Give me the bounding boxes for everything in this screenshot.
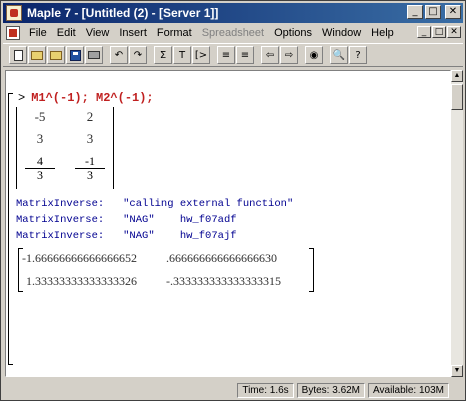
document-window-controls: _ □ ✕ — [417, 26, 461, 38]
input-command[interactable]: M1^(-1); M2^(-1); — [31, 91, 153, 105]
close-button[interactable]: ✕ — [445, 5, 461, 19]
maple-window: Maple 7 - [Untitled (2) - [Server 1]] _ … — [0, 0, 466, 401]
matrix-cell: 1.33333333333333326 — [26, 274, 137, 288]
menu-help[interactable]: Help — [366, 27, 399, 39]
doc-close-button[interactable]: ✕ — [447, 26, 461, 38]
fraction-numerator: 4 — [25, 155, 55, 169]
doc-minimize-button[interactable]: _ — [417, 26, 431, 38]
matrix-fraction: -1 3 — [75, 155, 105, 182]
forward-icon[interactable]: ⇨ — [280, 46, 298, 64]
info-text: "NAG" hw_f07adf — [123, 214, 237, 226]
menu-format[interactable]: Format — [152, 27, 197, 39]
menu-spreadsheet[interactable]: Spreadsheet — [197, 27, 269, 39]
menu-options[interactable]: Options — [269, 27, 317, 39]
back-icon[interactable]: ⇦ — [261, 46, 279, 64]
fraction-denominator: 3 — [87, 168, 93, 182]
matrix-cell: 2 — [86, 109, 94, 124]
info-label: MatrixInverse: — [16, 198, 105, 210]
info-text: "calling external function" — [123, 198, 294, 210]
input-line[interactable]: > M1^(-1); M2^(-1); — [18, 91, 154, 105]
prompt-icon[interactable]: [> — [192, 46, 210, 64]
info-message: MatrixInverse: "NAG" hw_f07ajf — [16, 230, 237, 242]
info-label: MatrixInverse: — [16, 214, 105, 226]
command-prompt: > — [18, 91, 26, 105]
info-message: MatrixInverse: "calling external functio… — [16, 198, 293, 210]
output-matrix-inverse-m2: -1.66666666666666652 .666666666666666630… — [18, 248, 314, 292]
indent-icon[interactable]: ≡ — [217, 46, 235, 64]
document-icon[interactable] — [6, 26, 20, 40]
matrix-cell: .666666666666666630 — [166, 251, 277, 265]
title-bar[interactable]: Maple 7 - [Untitled (2) - [Server 1]] _ … — [3, 3, 463, 23]
menu-edit[interactable]: Edit — [52, 27, 81, 39]
new-icon[interactable] — [9, 46, 27, 64]
matrix-cell: -5 — [34, 109, 46, 124]
open-url-icon[interactable] — [47, 46, 65, 64]
status-available: Available: 103M — [368, 382, 449, 398]
info-label: MatrixInverse: — [16, 230, 105, 242]
menu-view[interactable]: View — [81, 27, 115, 39]
execution-group-bracket[interactable] — [8, 93, 13, 365]
menu-bar: File Edit View Insert Format Spreadsheet… — [3, 24, 463, 42]
undo-icon[interactable]: ↶ — [110, 46, 128, 64]
worksheet[interactable]: > M1^(-1); M2^(-1); -5 2 3 3 4 3 -1 3 Mat… — [5, 70, 451, 377]
text-icon[interactable]: T — [173, 46, 191, 64]
menu-insert[interactable]: Insert — [114, 27, 152, 39]
status-bar: Time: 1.6s Bytes: 3.62M Available: 103M — [3, 381, 463, 399]
toolbar: ↶ ↷ Σ T [> ≡ ≡ ⇦ ⇨ ◉ 🔍 ? — [3, 43, 463, 67]
minimize-button[interactable]: _ — [407, 5, 423, 19]
print-icon[interactable] — [85, 46, 103, 64]
info-message: MatrixInverse: "NAG" hw_f07adf — [16, 214, 237, 226]
open-icon[interactable] — [28, 46, 46, 64]
maximize-button[interactable]: □ — [425, 5, 441, 19]
vertical-scrollbar[interactable]: ▲ ▼ — [451, 70, 463, 377]
window-title: Maple 7 - [Untitled (2) - [Server 1]] — [27, 6, 219, 20]
scroll-thumb[interactable] — [451, 84, 463, 110]
matrix-cell: 3 — [86, 131, 94, 146]
doc-maximize-button[interactable]: □ — [432, 26, 446, 38]
scroll-up-icon[interactable]: ▲ — [451, 70, 463, 82]
fraction-denominator: 3 — [37, 168, 43, 182]
stop-icon[interactable]: ◉ — [305, 46, 323, 64]
help-icon[interactable]: ? — [349, 46, 367, 64]
matrix-cell: -1.66666666666666652 — [22, 251, 137, 265]
menu-window[interactable]: Window — [317, 27, 366, 39]
save-icon[interactable] — [66, 46, 84, 64]
fraction-numerator: -1 — [75, 155, 105, 169]
matrix-fraction: 4 3 — [25, 155, 55, 182]
status-time: Time: 1.6s — [237, 382, 294, 398]
redo-icon[interactable]: ↷ — [129, 46, 147, 64]
outdent-icon[interactable]: ≡ — [236, 46, 254, 64]
zoom-icon[interactable]: 🔍 — [330, 46, 348, 64]
status-bytes: Bytes: 3.62M — [296, 382, 366, 398]
sigma-icon[interactable]: Σ — [154, 46, 172, 64]
output-matrix-inverse-m1: -5 2 3 3 4 3 -1 3 — [16, 107, 114, 189]
matrix-cell: -.333333333333333315 — [166, 274, 281, 288]
info-text: "NAG" hw_f07ajf — [123, 230, 237, 242]
window-controls: _ □ ✕ — [407, 5, 461, 19]
scroll-down-icon[interactable]: ▼ — [451, 365, 463, 377]
maple-app-icon[interactable] — [6, 5, 22, 21]
matrix-cell: 3 — [36, 131, 44, 146]
menu-file[interactable]: File — [24, 27, 52, 39]
